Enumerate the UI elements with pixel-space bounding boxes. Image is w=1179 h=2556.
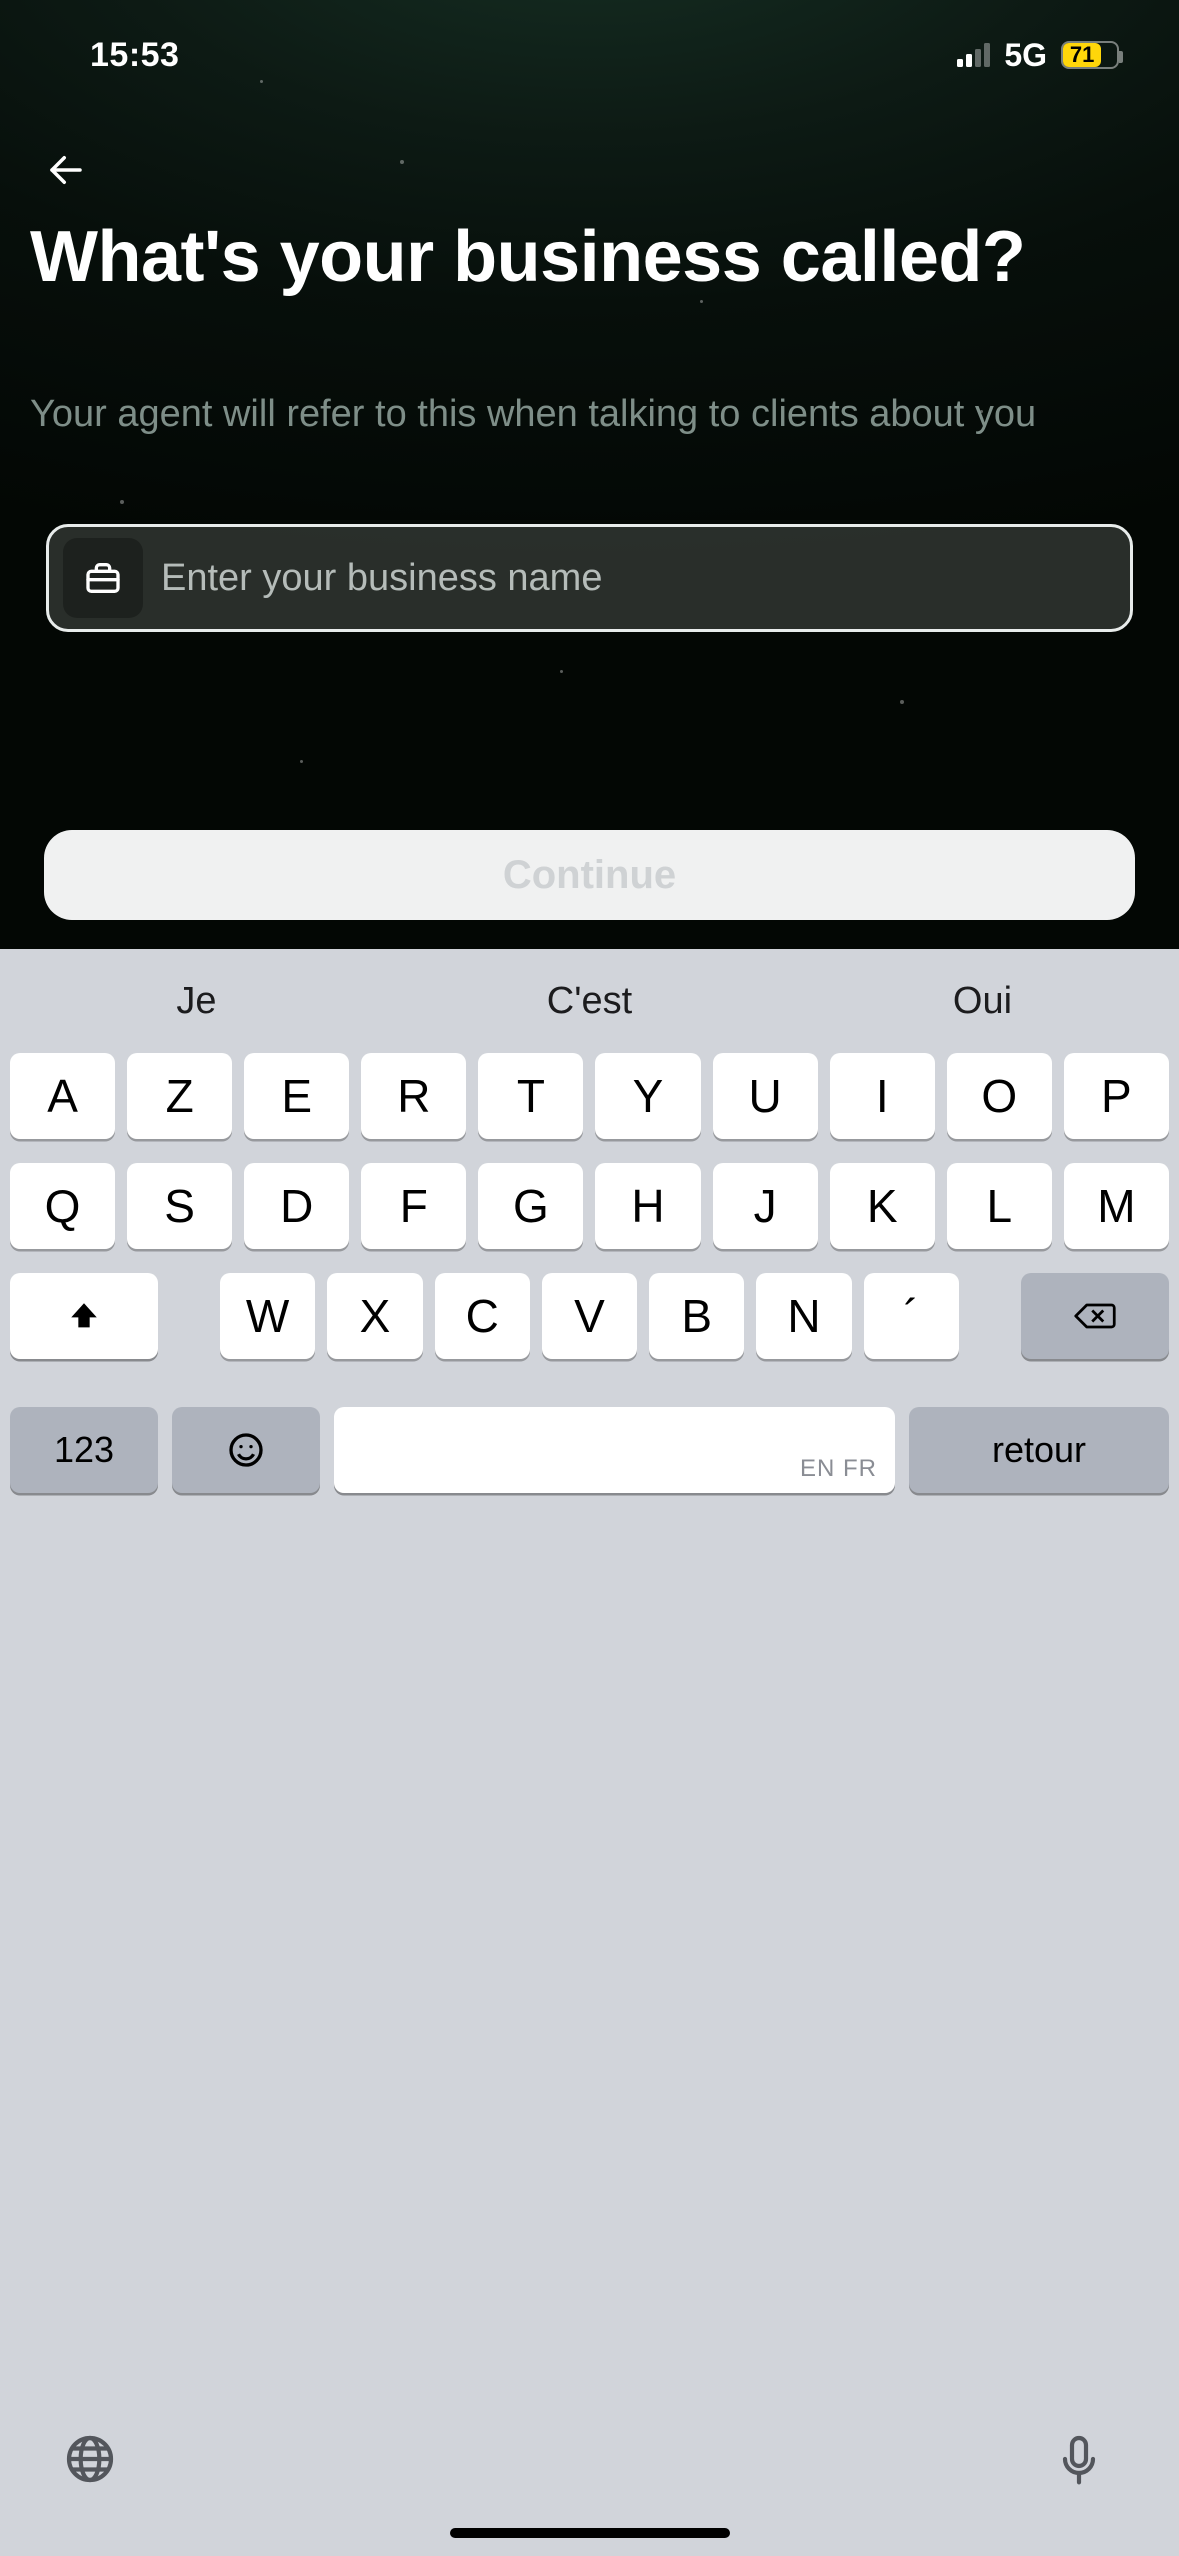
key-d[interactable]: D [244,1163,349,1249]
key-o[interactable]: O [947,1053,1052,1139]
key-row-bottom: 123 EN FR retour [10,1407,1169,1493]
key-i[interactable]: I [830,1053,935,1139]
battery-icon: 71 [1061,41,1119,69]
key-row-3: W X C V B N ´ [10,1273,1169,1359]
page-subtitle: Your agent will refer to this when talki… [30,392,1139,438]
home-indicator[interactable] [450,2528,730,2538]
key-g[interactable]: G [478,1163,583,1249]
back-button[interactable] [38,142,94,198]
key-u[interactable]: U [713,1053,818,1139]
globe-icon [62,2431,118,2487]
emoji-key[interactable] [172,1407,320,1493]
key-s[interactable]: S [127,1163,232,1249]
key-y[interactable]: Y [595,1053,700,1139]
network-label: 5G [1004,37,1047,74]
key-m[interactable]: M [1064,1163,1169,1249]
status-bar: 15:53 5G 71 [0,0,1179,110]
key-q[interactable]: Q [10,1163,115,1249]
key-b[interactable]: B [649,1273,744,1359]
suggestion[interactable]: Oui [786,980,1179,1023]
keyboard: Je C'est Oui A Z E R T Y U I O P Q S D F… [0,949,1179,2556]
key-p[interactable]: P [1064,1053,1169,1139]
app-screen: 15:53 5G 71 What's your business called?… [0,0,1179,949]
key-v[interactable]: V [542,1273,637,1359]
arrow-left-icon [45,149,87,191]
key-l[interactable]: L [947,1163,1052,1249]
key-h[interactable]: H [595,1163,700,1249]
key-n[interactable]: N [756,1273,851,1359]
key-k[interactable]: K [830,1163,935,1249]
space-key[interactable]: EN FR [334,1407,895,1493]
key-r[interactable]: R [361,1053,466,1139]
key-t[interactable]: T [478,1053,583,1139]
globe-button[interactable] [62,2431,118,2492]
key-a[interactable]: A [10,1053,115,1139]
status-time: 15:53 [90,36,179,75]
shift-key[interactable] [10,1273,158,1359]
business-name-input[interactable] [161,557,1112,600]
suggestion[interactable]: Je [0,980,393,1023]
continue-button[interactable]: Continue [44,830,1135,920]
space-lang-label: EN FR [800,1455,877,1483]
briefcase-icon [63,538,143,618]
shift-icon [67,1299,101,1333]
status-right: 5G 71 [957,37,1119,74]
backspace-key[interactable] [1021,1273,1169,1359]
key-w[interactable]: W [220,1273,315,1359]
key-row-2: Q S D F G H J K L M [10,1163,1169,1249]
dictation-button[interactable] [1051,2431,1107,2492]
backspace-icon [1073,1299,1117,1333]
return-key[interactable]: retour [909,1407,1169,1493]
key-x[interactable]: X [327,1273,422,1359]
key-j[interactable]: J [713,1163,818,1249]
suggestion[interactable]: C'est [393,980,786,1023]
numbers-key[interactable]: 123 [10,1407,158,1493]
suggestion-bar: Je C'est Oui [0,949,1179,1053]
key-z[interactable]: Z [127,1053,232,1139]
key-f[interactable]: F [361,1163,466,1249]
key-accent[interactable]: ´ [864,1273,959,1359]
signal-icon [957,43,990,67]
battery-percent: 71 [1063,43,1101,67]
key-e[interactable]: E [244,1053,349,1139]
business-name-field[interactable] [46,524,1133,632]
mic-icon [1051,2431,1107,2487]
key-row-1: A Z E R T Y U I O P [10,1053,1169,1139]
key-c[interactable]: C [435,1273,530,1359]
page-title: What's your business called? [30,220,1149,296]
emoji-icon [226,1430,266,1470]
